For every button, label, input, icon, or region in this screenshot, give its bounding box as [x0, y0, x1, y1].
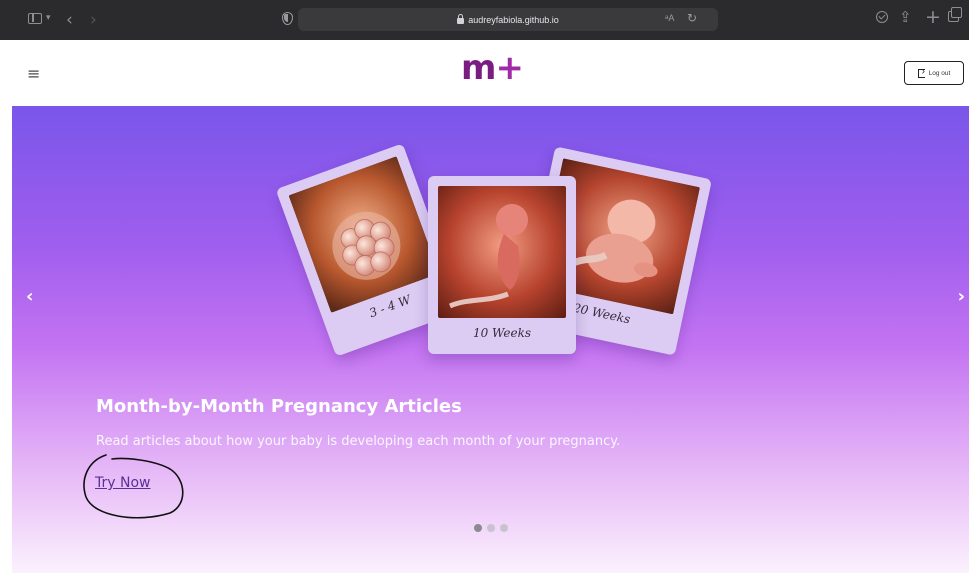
carousel-dots [474, 524, 508, 532]
carousel-dot-3[interactable] [500, 524, 508, 532]
hero-title: Month-by-Month Pregnancy Articles [96, 396, 462, 417]
site-header: ≡ m+ Log out [12, 40, 969, 106]
carousel-dot-1[interactable] [474, 524, 482, 532]
logout-button[interactable]: Log out [904, 61, 964, 85]
logo-letter: m [461, 48, 496, 88]
carousel-dot-2[interactable] [487, 524, 495, 532]
logout-label: Log out [928, 69, 951, 77]
hero-carousel: ‹ › 3 - 4 W 20 Weeks 10 Weeks Month-by-M… [12, 106, 969, 573]
translate-icon[interactable]: ᵃA [665, 13, 674, 23]
address-bar[interactable]: audreyfabiola.github.io [298, 8, 718, 31]
chevron-down-icon[interactable]: ▾ [46, 13, 51, 23]
logo-plus: + [495, 48, 523, 88]
week-card-10: 10 Weeks [428, 176, 576, 354]
fetus-10-weeks-photo [438, 186, 566, 318]
card-caption: 10 Weeks [472, 326, 532, 340]
share-icon[interactable]: ⇪ [899, 8, 912, 26]
forward-button[interactable]: › [90, 10, 97, 30]
hero-subtitle: Read articles about how your baby is dev… [96, 434, 621, 449]
hamburger-menu-icon[interactable]: ≡ [27, 64, 40, 83]
carousel-prev-icon[interactable]: ‹ [26, 286, 33, 307]
tab-overview-icon[interactable] [948, 7, 962, 22]
back-button[interactable]: ‹ [66, 10, 73, 30]
hand-drawn-circle-annotation [83, 454, 184, 519]
new-tab-icon[interactable]: + [925, 6, 941, 28]
url-text: audreyfabiola.github.io [468, 14, 559, 25]
privacy-shield-icon[interactable] [282, 12, 293, 25]
reload-icon[interactable]: ↻ [687, 11, 697, 25]
carousel-next-icon[interactable]: › [958, 286, 965, 307]
sidebar-toggle-icon[interactable] [28, 13, 42, 24]
download-icon[interactable] [876, 11, 888, 23]
logout-icon [917, 66, 925, 78]
lock-icon [457, 13, 465, 24]
browser-toolbar: ▾ ‹ › audreyfabiola.github.io ᵃA ↻ ⇪ + [0, 0, 969, 40]
site-logo[interactable]: m+ [461, 48, 524, 88]
